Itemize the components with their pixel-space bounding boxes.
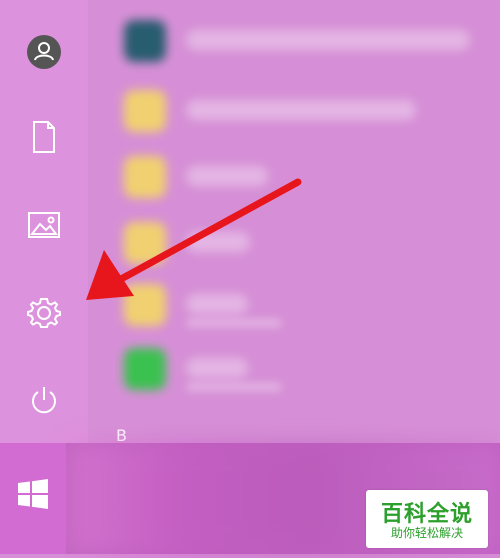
user-account-button[interactable] [22,30,66,74]
documents-icon [33,121,55,153]
start-button[interactable] [0,443,66,554]
settings-button[interactable] [22,291,66,335]
pictures-button[interactable] [22,203,66,247]
windows-logo-icon [18,479,48,509]
user-icon [27,35,61,69]
app-tile-icon [124,222,166,264]
app-list-item[interactable] [112,10,500,70]
pictures-icon [28,212,60,238]
app-subtitle-blurred [186,382,282,392]
app-list-item[interactable] [112,146,500,206]
app-list-item[interactable] [112,80,500,140]
app-tile-icon [124,348,166,390]
app-tile-icon [124,90,166,132]
app-subtitle-blurred [186,318,282,328]
start-menu-rail [0,0,88,443]
app-list-item[interactable] [112,274,500,334]
app-tile-icon [124,156,166,198]
app-list [112,0,500,443]
app-name-blurred [186,232,250,252]
app-tile-icon [124,284,166,326]
app-list-item[interactable] [112,212,500,272]
power-icon [32,387,56,414]
watermark-box: 百科全说 助你轻松解决 [366,490,488,548]
settings-icon [27,298,61,328]
app-name-blurred [186,100,416,120]
app-name-blurred [186,294,248,314]
app-list-item[interactable] [112,338,500,398]
app-name-blurred [186,166,268,186]
watermark-subtitle: 助你轻松解决 [390,526,463,540]
documents-button[interactable] [22,115,66,159]
power-button[interactable] [22,378,66,422]
app-name-blurred [186,30,470,50]
app-tile-icon [124,20,166,62]
app-name-blurred [186,358,248,378]
